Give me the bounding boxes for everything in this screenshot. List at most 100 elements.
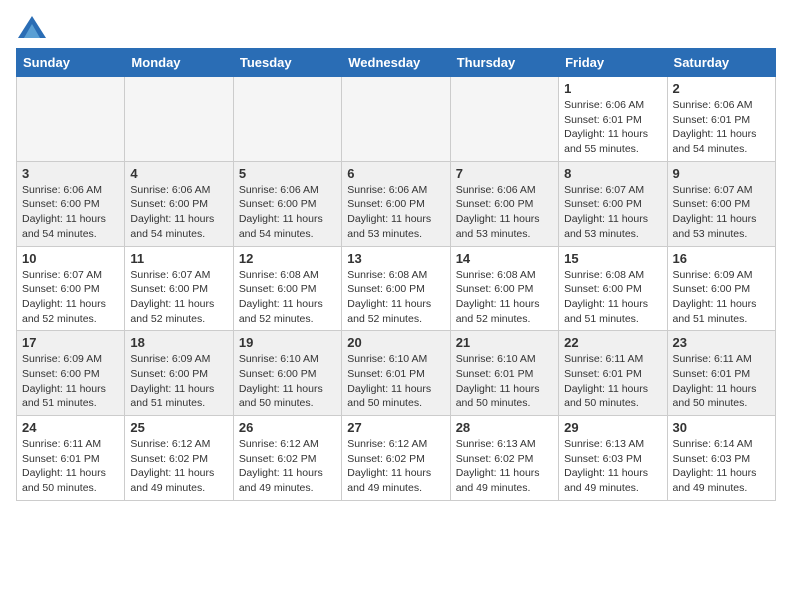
calendar-week-row: 1Sunrise: 6:06 AMSunset: 6:01 PMDaylight… [17, 77, 776, 162]
day-number: 12 [239, 251, 336, 266]
cell-info: Sunrise: 6:08 AMSunset: 6:00 PMDaylight:… [564, 268, 661, 327]
day-number: 8 [564, 166, 661, 181]
cell-info: Sunrise: 6:07 AMSunset: 6:00 PMDaylight:… [564, 183, 661, 242]
col-header-thursday: Thursday [450, 49, 558, 77]
cell-info: Sunrise: 6:06 AMSunset: 6:00 PMDaylight:… [130, 183, 227, 242]
calendar-cell: 11Sunrise: 6:07 AMSunset: 6:00 PMDayligh… [125, 246, 233, 331]
cell-info: Sunrise: 6:06 AMSunset: 6:00 PMDaylight:… [239, 183, 336, 242]
day-number: 13 [347, 251, 444, 266]
cell-info: Sunrise: 6:09 AMSunset: 6:00 PMDaylight:… [673, 268, 770, 327]
calendar-cell: 17 Sunrise: 6:09 AMSunset: 6:00 PMDayligh… [17, 331, 125, 416]
day-number: 30 [673, 420, 770, 435]
cell-info: Sunrise: 6:07 AMSunset: 6:00 PMDaylight:… [22, 268, 119, 327]
col-header-sunday: Sunday [17, 49, 125, 77]
calendar-cell: 3Sunrise: 6:06 AMSunset: 6:00 PMDaylight… [17, 161, 125, 246]
day-number: 6 [347, 166, 444, 181]
calendar-cell: 13 Sunrise: 6:08 AMSunset: 6:00 PMDayligh… [342, 246, 450, 331]
logo [16, 16, 48, 38]
cell-info: Sunrise: 6:08 AMSunset: 6:00 PMDaylight:… [456, 268, 553, 327]
day-number: 4 [130, 166, 227, 181]
calendar-header-row: SundayMondayTuesdayWednesdayThursdayFrid… [17, 49, 776, 77]
cell-info: Sunrise: 6:14 AMSunset: 6:03 PMDaylight:… [673, 437, 770, 496]
day-number: 10 [22, 251, 119, 266]
day-number: 25 [130, 420, 227, 435]
day-number: 11 [130, 251, 227, 266]
calendar-week-row: 17 Sunrise: 6:09 AMSunset: 6:00 PMDayligh… [17, 331, 776, 416]
day-number: 28 [456, 420, 553, 435]
header [16, 16, 776, 38]
calendar-cell: 9 Sunrise: 6:07 AMSunset: 6:00 PMDaylight… [667, 161, 775, 246]
col-header-monday: Monday [125, 49, 233, 77]
logo-icon [18, 16, 46, 38]
day-number: 9 [673, 166, 770, 181]
day-number: 22 [564, 335, 661, 350]
calendar-cell: 18 Sunrise: 6:09 AMSunset: 6:00 PMDayligh… [125, 331, 233, 416]
calendar-cell: 26 Sunrise: 6:12 AMSunset: 6:02 PMDayligh… [233, 416, 341, 501]
calendar-cell: 10 Sunrise: 6:07 AMSunset: 6:00 PMDayligh… [17, 246, 125, 331]
cell-info: Sunrise: 6:13 AMSunset: 6:02 PMDaylight:… [456, 437, 553, 496]
calendar-cell: 24 Sunrise: 6:11 AMSunset: 6:01 PMDayligh… [17, 416, 125, 501]
cell-info: Sunrise: 6:12 AMSunset: 6:02 PMDaylight:… [130, 437, 227, 496]
calendar-cell: 5 Sunrise: 6:06 AMSunset: 6:00 PMDaylight… [233, 161, 341, 246]
calendar: SundayMondayTuesdayWednesdayThursdayFrid… [16, 48, 776, 501]
cell-info: Sunrise: 6:10 AMSunset: 6:00 PMDaylight:… [239, 352, 336, 411]
calendar-cell: 16Sunrise: 6:09 AMSunset: 6:00 PMDayligh… [667, 246, 775, 331]
cell-info: Sunrise: 6:06 AMSunset: 6:01 PMDaylight:… [564, 98, 661, 157]
day-number: 15 [564, 251, 661, 266]
logo-text [16, 16, 48, 38]
day-number: 20 [347, 335, 444, 350]
calendar-cell: 8 Sunrise: 6:07 AMSunset: 6:00 PMDaylight… [559, 161, 667, 246]
cell-info: Sunrise: 6:10 AMSunset: 6:01 PMDaylight:… [347, 352, 444, 411]
day-number: 24 [22, 420, 119, 435]
cell-info: Sunrise: 6:06 AMSunset: 6:00 PMDaylight:… [347, 183, 444, 242]
calendar-week-row: 24 Sunrise: 6:11 AMSunset: 6:01 PMDayligh… [17, 416, 776, 501]
day-number: 7 [456, 166, 553, 181]
calendar-cell: 23 Sunrise: 6:11 AMSunset: 6:01 PMDayligh… [667, 331, 775, 416]
day-number: 17 [22, 335, 119, 350]
day-number: 5 [239, 166, 336, 181]
calendar-cell: 21Sunrise: 6:10 AMSunset: 6:01 PMDayligh… [450, 331, 558, 416]
cell-info: Sunrise: 6:11 AMSunset: 6:01 PMDaylight:… [564, 352, 661, 411]
cell-info: Sunrise: 6:09 AMSunset: 6:00 PMDaylight:… [130, 352, 227, 411]
day-number: 26 [239, 420, 336, 435]
calendar-cell: 12 Sunrise: 6:08 AMSunset: 6:00 PMDayligh… [233, 246, 341, 331]
calendar-cell: 22 Sunrise: 6:11 AMSunset: 6:01 PMDayligh… [559, 331, 667, 416]
day-number: 23 [673, 335, 770, 350]
cell-info: Sunrise: 6:07 AMSunset: 6:00 PMDaylight:… [673, 183, 770, 242]
calendar-cell: 15 Sunrise: 6:08 AMSunset: 6:00 PMDayligh… [559, 246, 667, 331]
calendar-cell [450, 77, 558, 162]
calendar-cell: 25 Sunrise: 6:12 AMSunset: 6:02 PMDayligh… [125, 416, 233, 501]
cell-info: Sunrise: 6:11 AMSunset: 6:01 PMDaylight:… [22, 437, 119, 496]
calendar-cell: 19Sunrise: 6:10 AMSunset: 6:00 PMDayligh… [233, 331, 341, 416]
col-header-wednesday: Wednesday [342, 49, 450, 77]
calendar-cell: 28 Sunrise: 6:13 AMSunset: 6:02 PMDayligh… [450, 416, 558, 501]
calendar-cell [342, 77, 450, 162]
cell-info: Sunrise: 6:09 AMSunset: 6:00 PMDaylight:… [22, 352, 119, 411]
col-header-saturday: Saturday [667, 49, 775, 77]
calendar-cell [233, 77, 341, 162]
calendar-cell: 6 Sunrise: 6:06 AMSunset: 6:00 PMDaylight… [342, 161, 450, 246]
cell-info: Sunrise: 6:08 AMSunset: 6:00 PMDaylight:… [347, 268, 444, 327]
cell-info: Sunrise: 6:08 AMSunset: 6:00 PMDaylight:… [239, 268, 336, 327]
cell-info: Sunrise: 6:13 AMSunset: 6:03 PMDaylight:… [564, 437, 661, 496]
day-number: 3 [22, 166, 119, 181]
calendar-cell [125, 77, 233, 162]
calendar-cell: 7Sunrise: 6:06 AMSunset: 6:00 PMDaylight… [450, 161, 558, 246]
calendar-cell: 30 Sunrise: 6:14 AMSunset: 6:03 PMDayligh… [667, 416, 775, 501]
col-header-friday: Friday [559, 49, 667, 77]
cell-info: Sunrise: 6:11 AMSunset: 6:01 PMDaylight:… [673, 352, 770, 411]
calendar-cell: 29 Sunrise: 6:13 AMSunset: 6:03 PMDayligh… [559, 416, 667, 501]
calendar-week-row: 3 Sunrise: 6:06 AMSunset: 6:00 PMDaylight… [17, 161, 776, 246]
cell-info: Sunrise: 6:12 AMSunset: 6:02 PMDaylight:… [239, 437, 336, 496]
calendar-cell: 4 Sunrise: 6:06 AMSunset: 6:00 PMDaylight… [125, 161, 233, 246]
day-number: 27 [347, 420, 444, 435]
calendar-cell [17, 77, 125, 162]
cell-info: Sunrise: 6:10 AMSunset: 6:01 PMDaylight:… [456, 352, 553, 411]
day-number: 14 [456, 251, 553, 266]
day-number: 29 [564, 420, 661, 435]
day-number: 18 [130, 335, 227, 350]
calendar-cell: 27Sunrise: 6:12 AMSunset: 6:02 PMDayligh… [342, 416, 450, 501]
col-header-tuesday: Tuesday [233, 49, 341, 77]
day-number: 2 [673, 81, 770, 96]
cell-info: Sunrise: 6:06 AMSunset: 6:01 PMDaylight:… [673, 98, 770, 157]
